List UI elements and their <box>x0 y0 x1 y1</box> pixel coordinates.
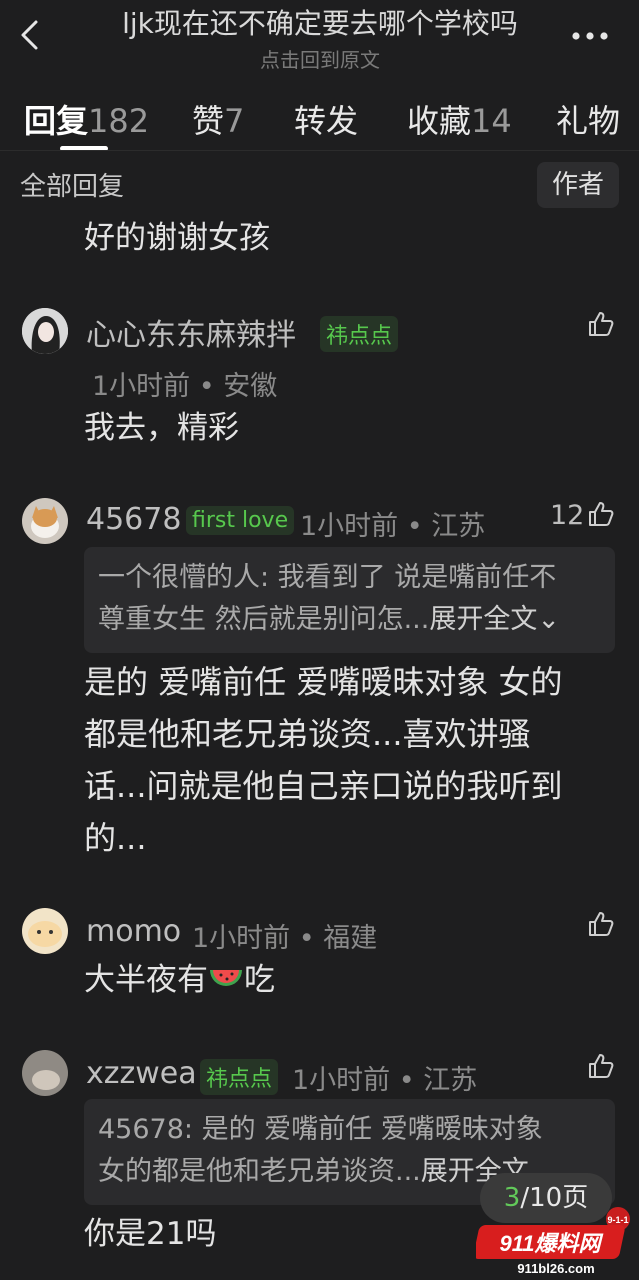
back-arrow-icon[interactable] <box>14 18 48 52</box>
reply-text: 好的谢谢女孩 <box>84 220 270 256</box>
back-to-original-link[interactable]: 点击回到原文 <box>60 44 580 73</box>
comment-meta: 1小时前 • 安徽 <box>92 371 278 402</box>
username[interactable]: momo <box>86 914 181 949</box>
svg-text:911bl26.com: 911bl26.com <box>517 1261 594 1276</box>
tab-likes[interactable]: 赞7 <box>192 96 244 142</box>
svg-text:9-1-1: 9-1-1 <box>607 1215 628 1225</box>
divider <box>0 150 639 151</box>
comment-meta: 1小时前 • 福建 <box>192 923 378 954</box>
comment-text: 你是21吗 <box>84 1216 217 1252</box>
expand-full-text-link[interactable]: 展开全文 <box>429 604 537 635</box>
post-title: ljk现在还不确定要去哪个学校吗 <box>122 7 518 40</box>
like-icon[interactable] <box>587 910 615 938</box>
comment-meta: 1小时前 • 江苏 <box>300 511 486 542</box>
quoted-reply[interactable]: 一个很懵的人: 我看到了 说是嘴前任不 尊重女生 然后就是别问怎...展开全文⌄ <box>84 547 615 653</box>
tab-gifts[interactable]: 礼物 <box>556 96 620 142</box>
avatar[interactable] <box>22 498 68 544</box>
username[interactable]: 45678 <box>86 502 181 537</box>
like-icon[interactable] <box>587 500 615 528</box>
user-badge: first love <box>186 506 295 535</box>
tab-favorites[interactable]: 收藏14 <box>407 96 512 142</box>
comment-text: 是的 爱嘴前任 爱嘴暧昧对象 女的 都是他和老兄弟谈资...喜欢讲骚 话...问… <box>84 663 563 857</box>
avatar[interactable] <box>22 908 68 954</box>
comment-text: 大半夜有 吃 <box>84 962 275 998</box>
comment-meta: 1小时前 • 江苏 <box>292 1065 478 1096</box>
like-icon[interactable] <box>587 1052 615 1080</box>
avatar[interactable] <box>22 1050 68 1096</box>
chevron-down-icon: ⌄ <box>537 604 560 635</box>
avatar[interactable] <box>22 308 68 354</box>
more-options-icon[interactable] <box>570 30 610 42</box>
tab-replies[interactable]: 回复182 <box>24 96 149 142</box>
user-badge: 祎点点 <box>320 316 399 352</box>
author-filter-button[interactable]: 作者 <box>537 162 619 208</box>
all-replies-label: 全部回复 <box>20 172 125 202</box>
comment-text: 我去，精彩 <box>84 410 239 446</box>
watermelon-icon <box>210 970 242 986</box>
tab-reposts[interactable]: 转发 <box>294 96 358 142</box>
like-icon[interactable] <box>587 310 615 338</box>
svg-text:911爆料网: 911爆料网 <box>499 1231 603 1256</box>
username[interactable]: 心心东东麻辣拌 <box>86 310 296 354</box>
watermark-logo: 9-1-1 911爆料网 911bl26.com <box>476 1207 630 1276</box>
user-badge: 祎点点 <box>200 1059 279 1095</box>
like-count: 12 <box>550 500 585 531</box>
username[interactable]: xzzwea <box>86 1056 197 1091</box>
